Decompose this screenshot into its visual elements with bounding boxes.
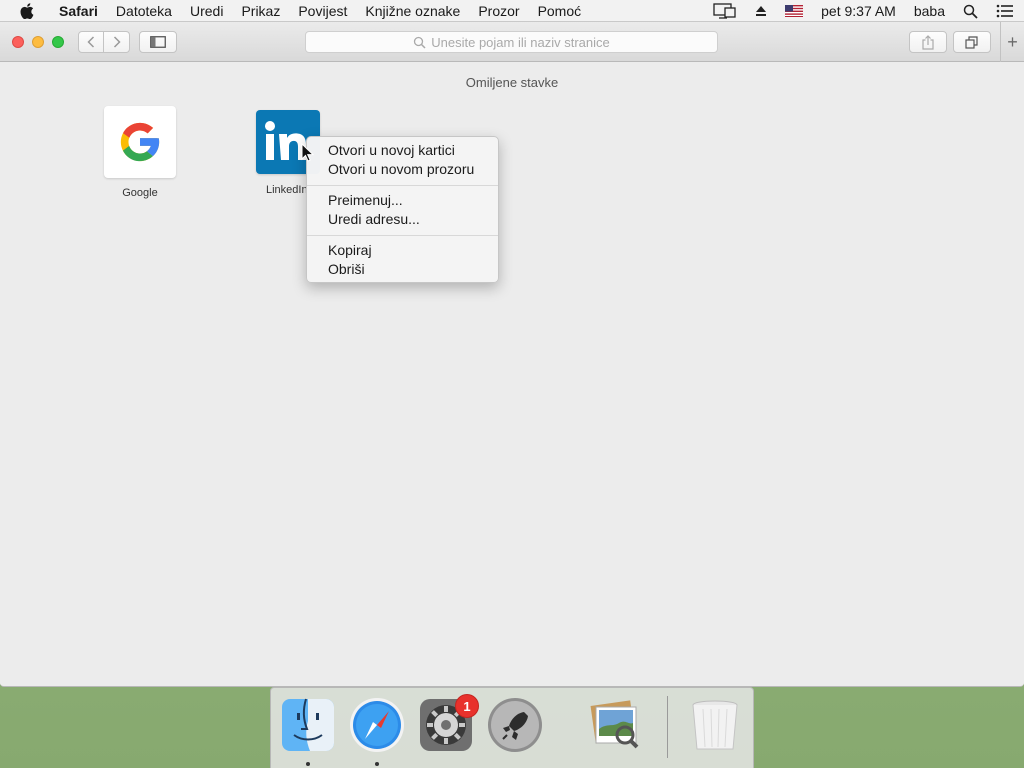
- menu-rename[interactable]: Preimenuj...: [307, 191, 498, 210]
- trash-icon[interactable]: [687, 697, 743, 753]
- chevron-right-icon: [113, 36, 121, 48]
- safari-icon[interactable]: [349, 697, 405, 753]
- show-all-tabs-button[interactable]: [953, 31, 991, 53]
- notification-center-icon[interactable]: [996, 4, 1014, 18]
- user-name[interactable]: baba: [914, 3, 945, 19]
- menu-open-in-new-window[interactable]: Otvori u novom prozoru: [307, 160, 498, 179]
- tabs-overview-icon: [965, 35, 978, 49]
- share-button[interactable]: [909, 31, 947, 53]
- sidebar-toggle-button[interactable]: [139, 31, 177, 53]
- finder-running-indicator: [306, 762, 310, 766]
- navigation-buttons: [78, 31, 130, 53]
- eject-icon[interactable]: [755, 5, 767, 17]
- menu-app-safari[interactable]: Safari: [50, 0, 107, 22]
- airplay-icon[interactable]: [713, 3, 737, 19]
- favorites-title: Omiljene stavke: [465, 75, 559, 90]
- clock-text[interactable]: pet 9:37 AM: [821, 3, 896, 19]
- fullscreen-window-button[interactable]: [52, 36, 64, 48]
- menu-datoteka[interactable]: Datoteka: [107, 0, 181, 22]
- finder-icon[interactable]: [280, 697, 336, 753]
- system-preferences-badge: 1: [455, 694, 479, 718]
- menu-pomoc[interactable]: Pomoć: [529, 0, 591, 22]
- favorite-google-label: Google: [122, 187, 158, 199]
- launchpad-icon[interactable]: [487, 697, 543, 753]
- menu-extras: pet 9:37 AM baba: [713, 0, 1014, 22]
- chevron-left-icon: [87, 36, 95, 48]
- dock: [270, 687, 754, 768]
- favorites-page: Omiljene stavke Google LinkedIn: [0, 62, 1024, 686]
- favorite-google[interactable]: Google: [90, 106, 190, 199]
- menu-open-in-new-tab[interactable]: Otvori u novoj kartici: [307, 141, 498, 160]
- forward-button[interactable]: [104, 31, 130, 53]
- menu-povijest[interactable]: Povijest: [289, 0, 356, 22]
- mouse-cursor-icon: [301, 143, 315, 162]
- menu-separator: [307, 235, 498, 236]
- us-flag-icon[interactable]: [785, 5, 804, 17]
- safari-running-indicator: [375, 762, 379, 766]
- menu-uredi[interactable]: Uredi: [181, 0, 232, 22]
- menu-bar: Safari Datoteka Uredi Prikaz Povijest Kn…: [0, 0, 1024, 22]
- menu-prozor[interactable]: Prozor: [469, 0, 528, 22]
- back-button[interactable]: [78, 31, 104, 53]
- new-tab-button[interactable]: +: [1000, 22, 1024, 62]
- share-icon: [922, 34, 934, 50]
- minimize-window-button[interactable]: [32, 36, 44, 48]
- safari-window: Unesite pojam ili naziv stranice + Omilj…: [0, 22, 1024, 687]
- spotlight-search-icon[interactable]: [963, 4, 978, 19]
- menu-knjizne-oznake[interactable]: Knjižne oznake: [356, 0, 469, 22]
- context-menu: Otvori u novoj kartici Otvori u novom pr…: [306, 136, 499, 283]
- menu-prikaz[interactable]: Prikaz: [232, 0, 289, 22]
- dock-separator: [667, 696, 668, 758]
- menu-separator: [307, 185, 498, 186]
- apple-icon[interactable]: [18, 2, 36, 20]
- safari-toolbar: Unesite pojam ili naziv stranice +: [0, 22, 1024, 62]
- address-placeholder: Unesite pojam ili naziv stranice: [431, 34, 610, 50]
- preview-icon[interactable]: [587, 697, 643, 753]
- close-window-button[interactable]: [12, 36, 24, 48]
- google-icon[interactable]: [104, 106, 176, 178]
- menu-edit-address[interactable]: Uredi adresu...: [307, 210, 498, 229]
- sidebar-icon: [150, 36, 166, 48]
- address-bar[interactable]: Unesite pojam ili naziv stranice: [305, 31, 718, 53]
- menu-copy[interactable]: Kopiraj: [307, 241, 498, 260]
- search-icon: [413, 36, 426, 49]
- menu-delete[interactable]: Obriši: [307, 260, 498, 279]
